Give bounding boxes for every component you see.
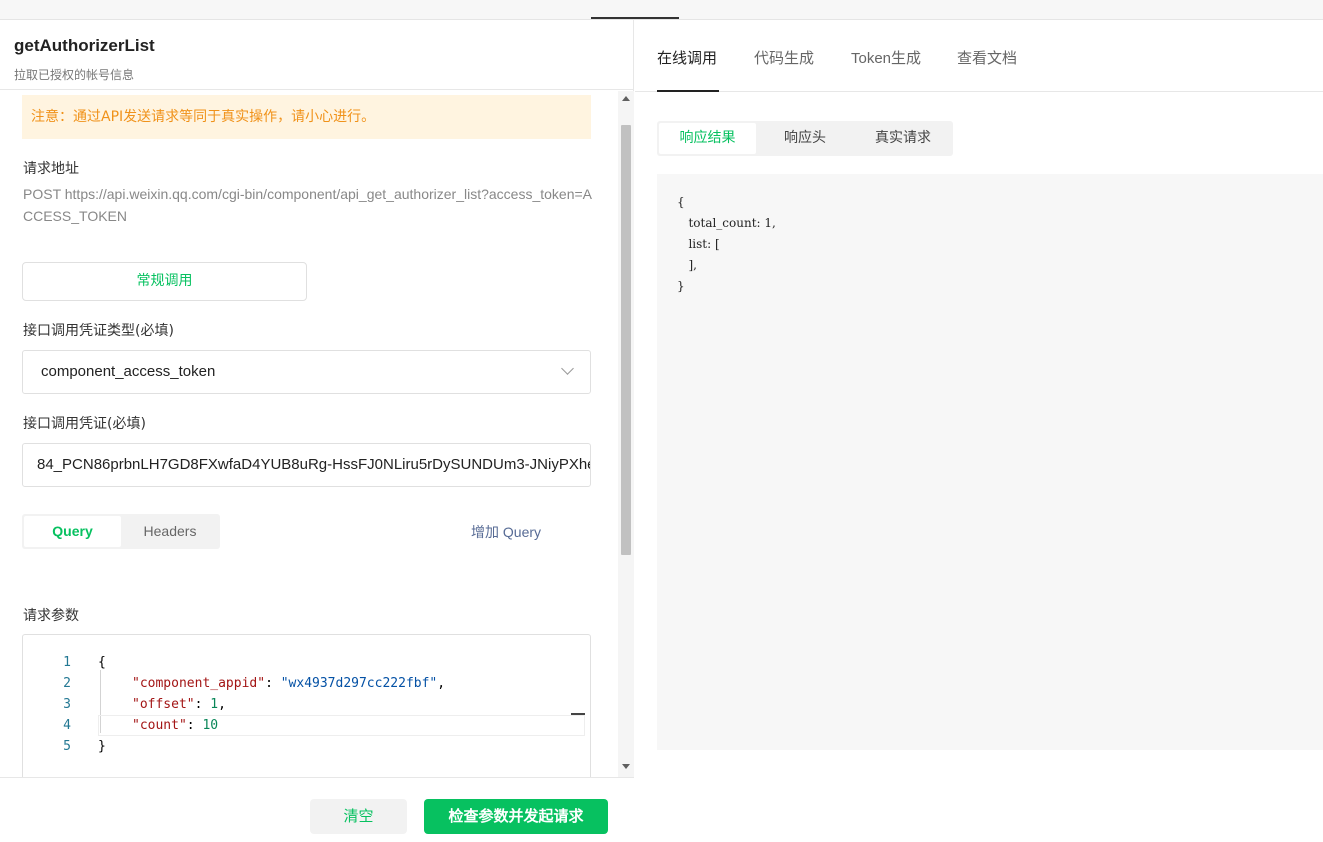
warning-notice: 注意：通过API发送请求等同于真实操作，请小心进行。: [22, 95, 591, 139]
json-key: "offset": [132, 697, 195, 712]
credential-type-label: 接口调用凭证类型(必填): [23, 323, 174, 339]
scroll-up-icon[interactable]: [622, 96, 630, 101]
request-params-label: 请求参数: [23, 608, 79, 624]
line-number: 4: [63, 718, 71, 733]
tab-view-docs[interactable]: 查看文档: [957, 47, 1017, 68]
send-request-button[interactable]: 检查参数并发起请求: [424, 799, 608, 834]
form-scrollbar[interactable]: [618, 91, 634, 777]
line-number: 1: [63, 655, 71, 670]
json-sep: :: [265, 676, 281, 691]
code-text: "component_appid": "wx4937d297cc222fbf",: [132, 673, 445, 694]
json-key: "component_appid": [132, 676, 266, 691]
code-text: "offset": 1,: [132, 694, 226, 715]
clear-button[interactable]: 清空: [310, 799, 407, 834]
api-header: getAuthorizerList 拉取已授权的帐号信息: [0, 20, 634, 90]
tab-response-result[interactable]: 响应结果: [659, 123, 756, 154]
json-key: "count": [132, 718, 187, 733]
scroll-down-icon[interactable]: [622, 764, 630, 769]
credential-input[interactable]: 84_PCN86prbnLH7GD8FXwfaD4YUB8uRg-HssFJ0N…: [22, 443, 591, 487]
request-url: POST https://api.weixin.qq.com/cgi-bin/c…: [23, 186, 593, 224]
chevron-down-icon: [561, 362, 574, 375]
add-query-button[interactable]: 增加 Query: [471, 522, 541, 542]
param-tabs: Query Headers: [22, 514, 220, 549]
json-sep: :: [194, 697, 211, 712]
code-text: }: [98, 739, 106, 754]
json-value: 1: [210, 697, 219, 712]
json-comma: ,: [437, 676, 446, 691]
line-number: 2: [63, 676, 71, 691]
tab-real-request[interactable]: 真实请求: [855, 123, 951, 154]
tab-query[interactable]: Query: [24, 516, 121, 547]
tab-online-call[interactable]: 在线调用: [657, 47, 717, 68]
main-tabs: 在线调用 代码生成 Token生成 查看文档: [635, 20, 1323, 92]
tab-code-gen[interactable]: 代码生成: [754, 47, 814, 68]
credential-type-select[interactable]: component_access_token: [22, 350, 591, 394]
code-text: {: [98, 655, 106, 670]
response-body: { total_count: 1, list: [ ], }: [657, 174, 1323, 750]
line-number: 5: [63, 739, 71, 754]
top-active-indicator: [591, 17, 679, 19]
response-panel: 在线调用 代码生成 Token生成 查看文档 响应结果 响应头 真实请求 { t…: [635, 20, 1323, 842]
tab-token-gen[interactable]: Token生成: [851, 47, 921, 68]
normal-call-button[interactable]: 常规调用: [22, 262, 307, 301]
credential-label: 接口调用凭证(必填): [23, 416, 146, 432]
json-value: "wx4937d297cc222fbf": [280, 676, 438, 691]
request-form: 注意：通过API发送请求等同于真实操作，请小心进行。 请求地址 POST htt…: [0, 91, 634, 777]
code-text: "count": 10: [132, 715, 218, 736]
api-name: getAuthorizerList: [14, 36, 155, 55]
params-editor[interactable]: 1 { 2 "component_appid": "wx4937d297cc22…: [22, 634, 591, 777]
request-url-label: 请求地址: [23, 161, 79, 177]
json-value: 10: [202, 718, 219, 733]
tab-headers[interactable]: Headers: [122, 516, 218, 547]
json-sep: :: [186, 718, 203, 733]
code-line: 5 }: [23, 736, 583, 757]
credential-type-value: component_access_token: [41, 363, 216, 380]
code-line: 4 "count": 10: [23, 715, 583, 736]
result-tabs: 响应结果 响应头 真实请求: [657, 121, 953, 156]
request-panel: getAuthorizerList 拉取已授权的帐号信息 注意：通过API发送请…: [0, 20, 634, 842]
code-line: 1 {: [23, 652, 583, 673]
json-comma: ,: [218, 697, 226, 712]
top-strip: [0, 0, 1323, 20]
api-description: 拉取已授权的帐号信息: [14, 68, 135, 82]
action-footer: 清空 检查参数并发起请求: [0, 777, 634, 842]
scrollbar-thumb[interactable]: [621, 125, 631, 555]
code-line: 2 "component_appid": "wx4937d297cc222fbf…: [23, 673, 583, 694]
line-number: 3: [63, 697, 71, 712]
response-json: { total_count: 1, list: [ ], }: [677, 195, 776, 293]
tab-response-headers[interactable]: 响应头: [757, 123, 853, 154]
active-tab-underline: [657, 90, 719, 92]
code-line: 3 "offset": 1,: [23, 694, 583, 715]
